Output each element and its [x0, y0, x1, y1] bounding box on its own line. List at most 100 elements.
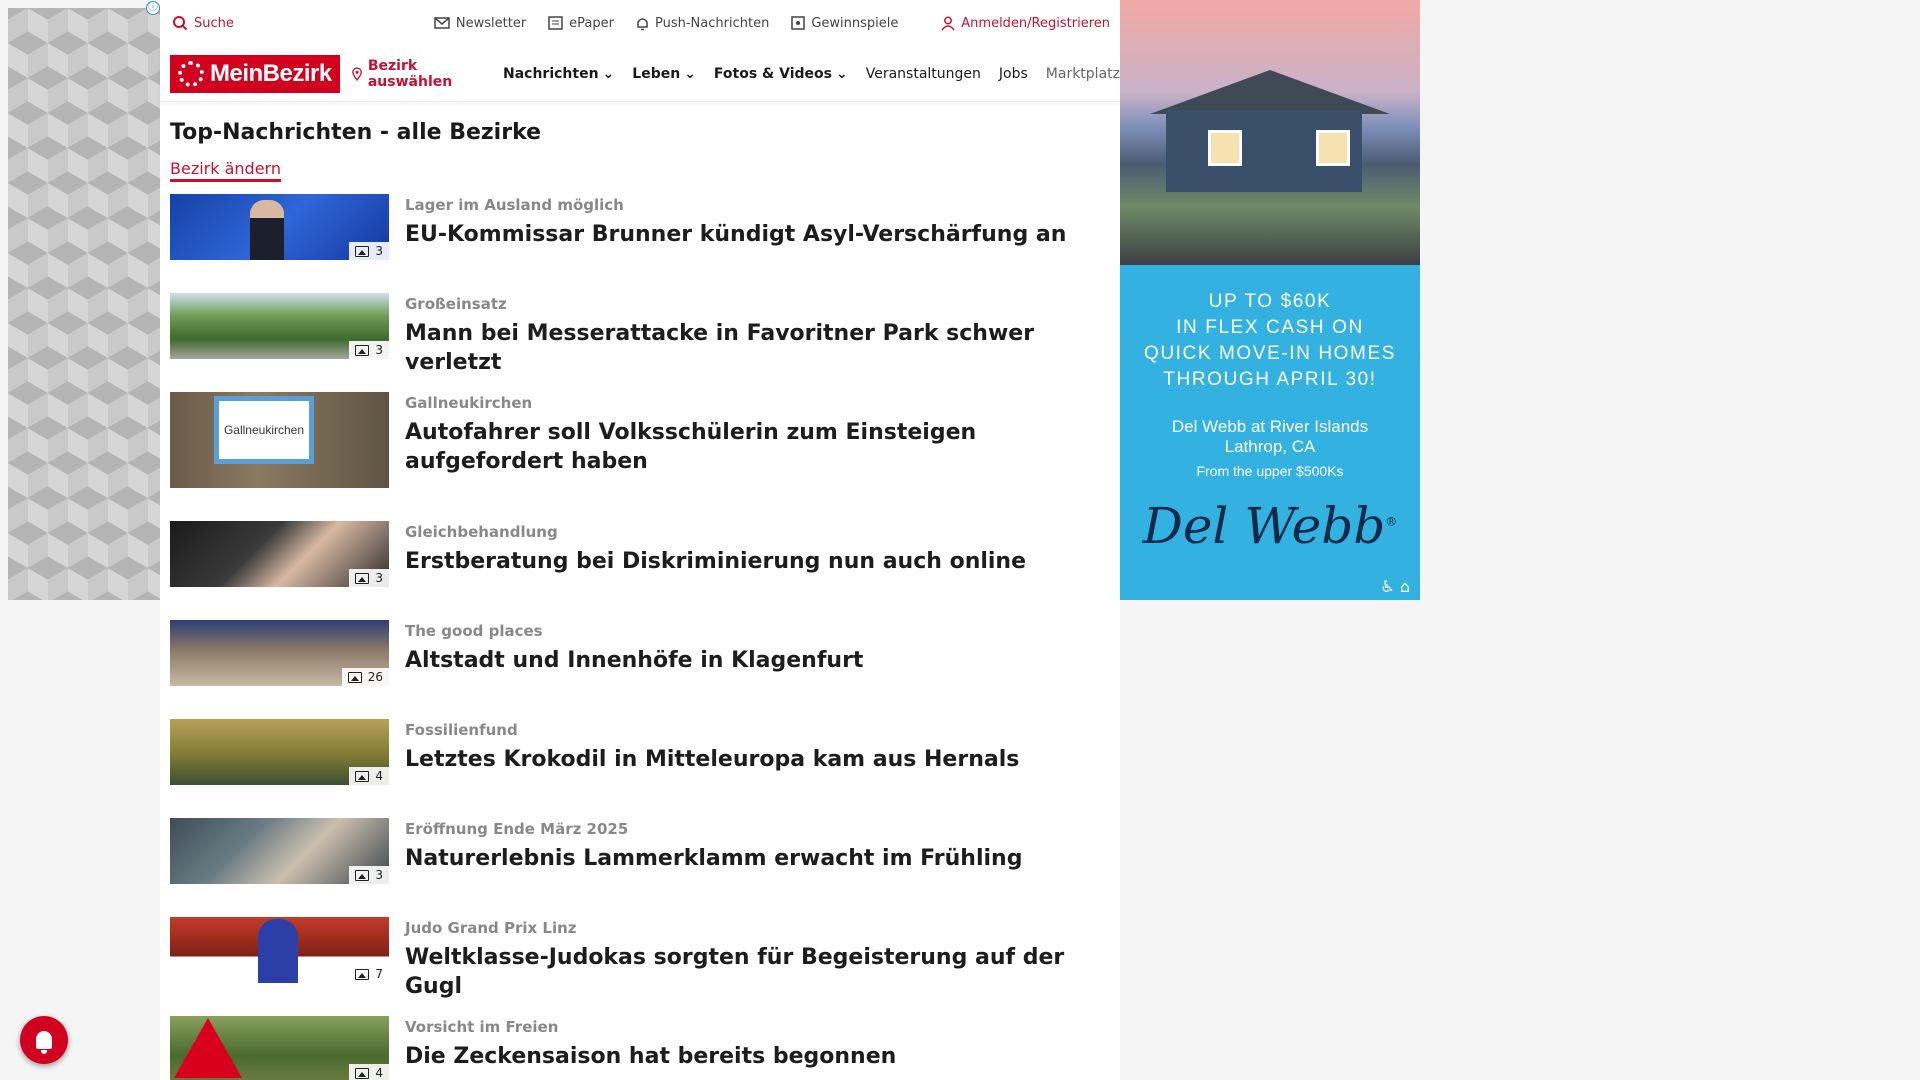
nav-item-label: Nachrichten [502, 65, 599, 82]
gallery-count-badge: 26 [341, 668, 389, 686]
gallery-count-badge: 4 [349, 1064, 389, 1080]
image-icon [347, 671, 362, 683]
utility-links: Newsletter ePaper Push-Nachrichten Gewin… [434, 16, 898, 31]
ad-headline-line: THROUGH APRIL 30! [1163, 369, 1377, 390]
left-ad-banner[interactable] [8, 8, 160, 600]
article-item[interactable]: 26 The good places Altstadt und Innenhöf… [160, 616, 1120, 715]
article-title[interactable]: Letztes Krokodil in Mitteleuropa kam aus… [405, 745, 1019, 774]
push-link[interactable]: Push-Nachrichten [636, 16, 769, 31]
nav-item-label: Leben [632, 65, 681, 82]
article-kicker: Lager im Ausland möglich [405, 196, 624, 214]
push-notification-button[interactable] [20, 1016, 68, 1064]
article-item[interactable]: 4 Vorsicht im Freien Die Zeckensaison ha… [160, 1012, 1120, 1080]
article-title[interactable]: EU-Kommissar Brunner kündigt Asyl-Versch… [405, 220, 1066, 249]
town-sign: Gallneukirchen [214, 396, 314, 464]
nav-item-marktplatz[interactable]: Marktplatz [1046, 66, 1120, 82]
article-thumbnail[interactable]: 3 [170, 521, 389, 587]
article-thumbnail[interactable]: 3 [170, 818, 389, 884]
chevron-down-icon: ⌄ [602, 65, 615, 82]
right-ad-banner[interactable]: ▷ ⓘ UP TO $60K IN FLEX CASH ON QUICK MOV… [1120, 0, 1420, 600]
article-text: Großeinsatz Mann bei Messerattacke in Fa… [405, 289, 1095, 388]
article-item[interactable]: 7 Judo Grand Prix Linz Weltklasse-Judoka… [160, 913, 1120, 1012]
article-kicker: Gallneukirchen [405, 394, 533, 412]
house-window [1208, 130, 1242, 166]
article-thumbnail[interactable]: 3 [170, 194, 389, 260]
article-title[interactable]: Weltklasse-Judokas sorgten für Begeister… [405, 943, 1095, 1001]
gallery-count-badge: 3 [349, 569, 389, 587]
nav-item-jobs[interactable]: Jobs [999, 66, 1028, 82]
article-title[interactable]: Die Zeckensaison hat bereits begonnen [405, 1042, 896, 1071]
change-district-link[interactable]: Bezirk ändern [170, 159, 281, 182]
epaper-link[interactable]: ePaper [548, 16, 614, 31]
logo-text: MeinBezirk [210, 59, 332, 87]
article-item[interactable]: 3 Eröffnung Ende März 2025 Naturerlebnis… [160, 814, 1120, 913]
article-kicker: Eröffnung Ende März 2025 [405, 820, 629, 838]
district-select-button[interactable]: Bezirk auswählen [351, 57, 485, 90]
article-text: Eröffnung Ende März 2025 Naturerlebnis L… [405, 814, 1022, 913]
article-thumbnail[interactable]: 4 [170, 1016, 389, 1080]
article-thumbnail[interactable]: 26 [170, 620, 389, 686]
logo-sun-icon [178, 60, 204, 87]
newspaper-icon [548, 16, 563, 30]
article-text: Fossilienfund Letztes Krokodil in Mittel… [405, 715, 1019, 814]
gewinnspiele-link[interactable]: Gewinnspiele [791, 16, 898, 31]
article-thumbnail[interactable]: 3 [170, 293, 389, 359]
nav-item-label: Jobs [998, 65, 1028, 82]
meinbezirk-logo[interactable]: MeinBezirk [170, 54, 340, 93]
gallery-count-badge: 7 [349, 965, 389, 983]
newsletter-link[interactable]: Newsletter [434, 16, 526, 31]
house-roof [1150, 70, 1390, 114]
location-pin-icon [351, 66, 362, 81]
article-kicker: Großeinsatz [405, 295, 507, 313]
ad-headline-line: UP TO $60K [1208, 291, 1332, 312]
article-title[interactable]: Altstadt und Innenhöfe in Klagenfurt [405, 646, 863, 675]
login-link[interactable]: Anmelden/Registrieren [941, 16, 1110, 31]
article-text: Judo Grand Prix Linz Weltklasse-Judokas … [405, 913, 1095, 1012]
image-icon [355, 344, 370, 356]
image-icon [355, 1067, 370, 1079]
search-icon [173, 16, 188, 31]
district-select-label: Bezirk auswählen [367, 57, 453, 90]
article-title[interactable]: Mann bei Messerattacke in Favoritner Par… [405, 319, 1095, 377]
brand-name: Del Webb [1142, 497, 1386, 555]
gift-icon [791, 16, 806, 30]
gallery-count: 3 [375, 868, 383, 882]
article-item[interactable]: 4 Fossilienfund Letztes Krokodil in Mitt… [160, 715, 1120, 814]
article-text: Vorsicht im Freien Die Zeckensaison hat … [405, 1012, 896, 1080]
article-item[interactable]: 3 Großeinsatz Mann bei Messerattacke in … [160, 289, 1120, 388]
article-title[interactable]: Autofahrer soll Volksschülerin zum Einst… [405, 418, 1095, 476]
town-sign-text: Gallneukirchen [219, 401, 309, 459]
ad-house-photo [1120, 0, 1420, 265]
article-item[interactable]: 3 Gleichbehandlung Erstberatung bei Disk… [160, 517, 1120, 616]
gallery-count-badge: 3 [349, 341, 389, 359]
bell-icon [36, 1031, 52, 1054]
gallery-count-badge: 3 [349, 242, 389, 260]
del-webb-logo: Del Webb® [1120, 497, 1420, 555]
article-thumbnail[interactable]: 7 [170, 917, 389, 983]
chevron-down-icon: ⌄ [684, 65, 696, 82]
nav-item-label: Fotos & Videos [713, 65, 832, 82]
accessibility-housing-icon: ♿ ⌂ [1380, 577, 1410, 596]
ad-info-icon[interactable]: ⓘ [146, 1, 160, 15]
nav-item-veranstaltungen[interactable]: Veranstaltungen [866, 66, 981, 82]
login-label: Anmelden/Registrieren [961, 15, 1110, 31]
nav-item-leben[interactable]: Leben ⌄ [632, 66, 696, 82]
search-link[interactable]: Suche [172, 15, 234, 31]
article-text: Lager im Ausland möglich EU-Kommissar Br… [405, 190, 1066, 289]
nav-item-nachrichten[interactable]: Nachrichten ⌄ [503, 66, 614, 82]
epaper-label: ePaper [569, 15, 614, 31]
ad-headline: UP TO $60K IN FLEX CASH ON QUICK MOVE-IN… [1120, 289, 1420, 393]
article-title[interactable]: Naturerlebnis Lammerklamm erwacht im Frü… [405, 844, 1022, 873]
nav-item-label: Veranstaltungen [865, 65, 981, 82]
nav-item-label: Marktplatz [1045, 65, 1120, 82]
article-thumbnail[interactable]: 4 [170, 719, 389, 785]
chevron-down-icon: ⌄ [836, 65, 848, 82]
nav-menu: Nachrichten ⌄ Leben ⌄ Fotos & Videos ⌄ Vera… [503, 66, 1120, 82]
article-thumbnail[interactable]: Gallneukirchen [170, 392, 389, 488]
newsletter-label: Newsletter [455, 15, 527, 31]
article-title[interactable]: Erstberatung bei Diskriminierung nun auc… [405, 547, 1026, 576]
nav-item-fotos-videos[interactable]: Fotos & Videos ⌄ [714, 66, 848, 82]
article-kicker: Vorsicht im Freien [405, 1018, 559, 1036]
article-item[interactable]: Gallneukirchen Gallneukirchen Autofahrer… [160, 388, 1120, 517]
article-item[interactable]: 3 Lager im Ausland möglich EU-Kommissar … [160, 190, 1120, 289]
